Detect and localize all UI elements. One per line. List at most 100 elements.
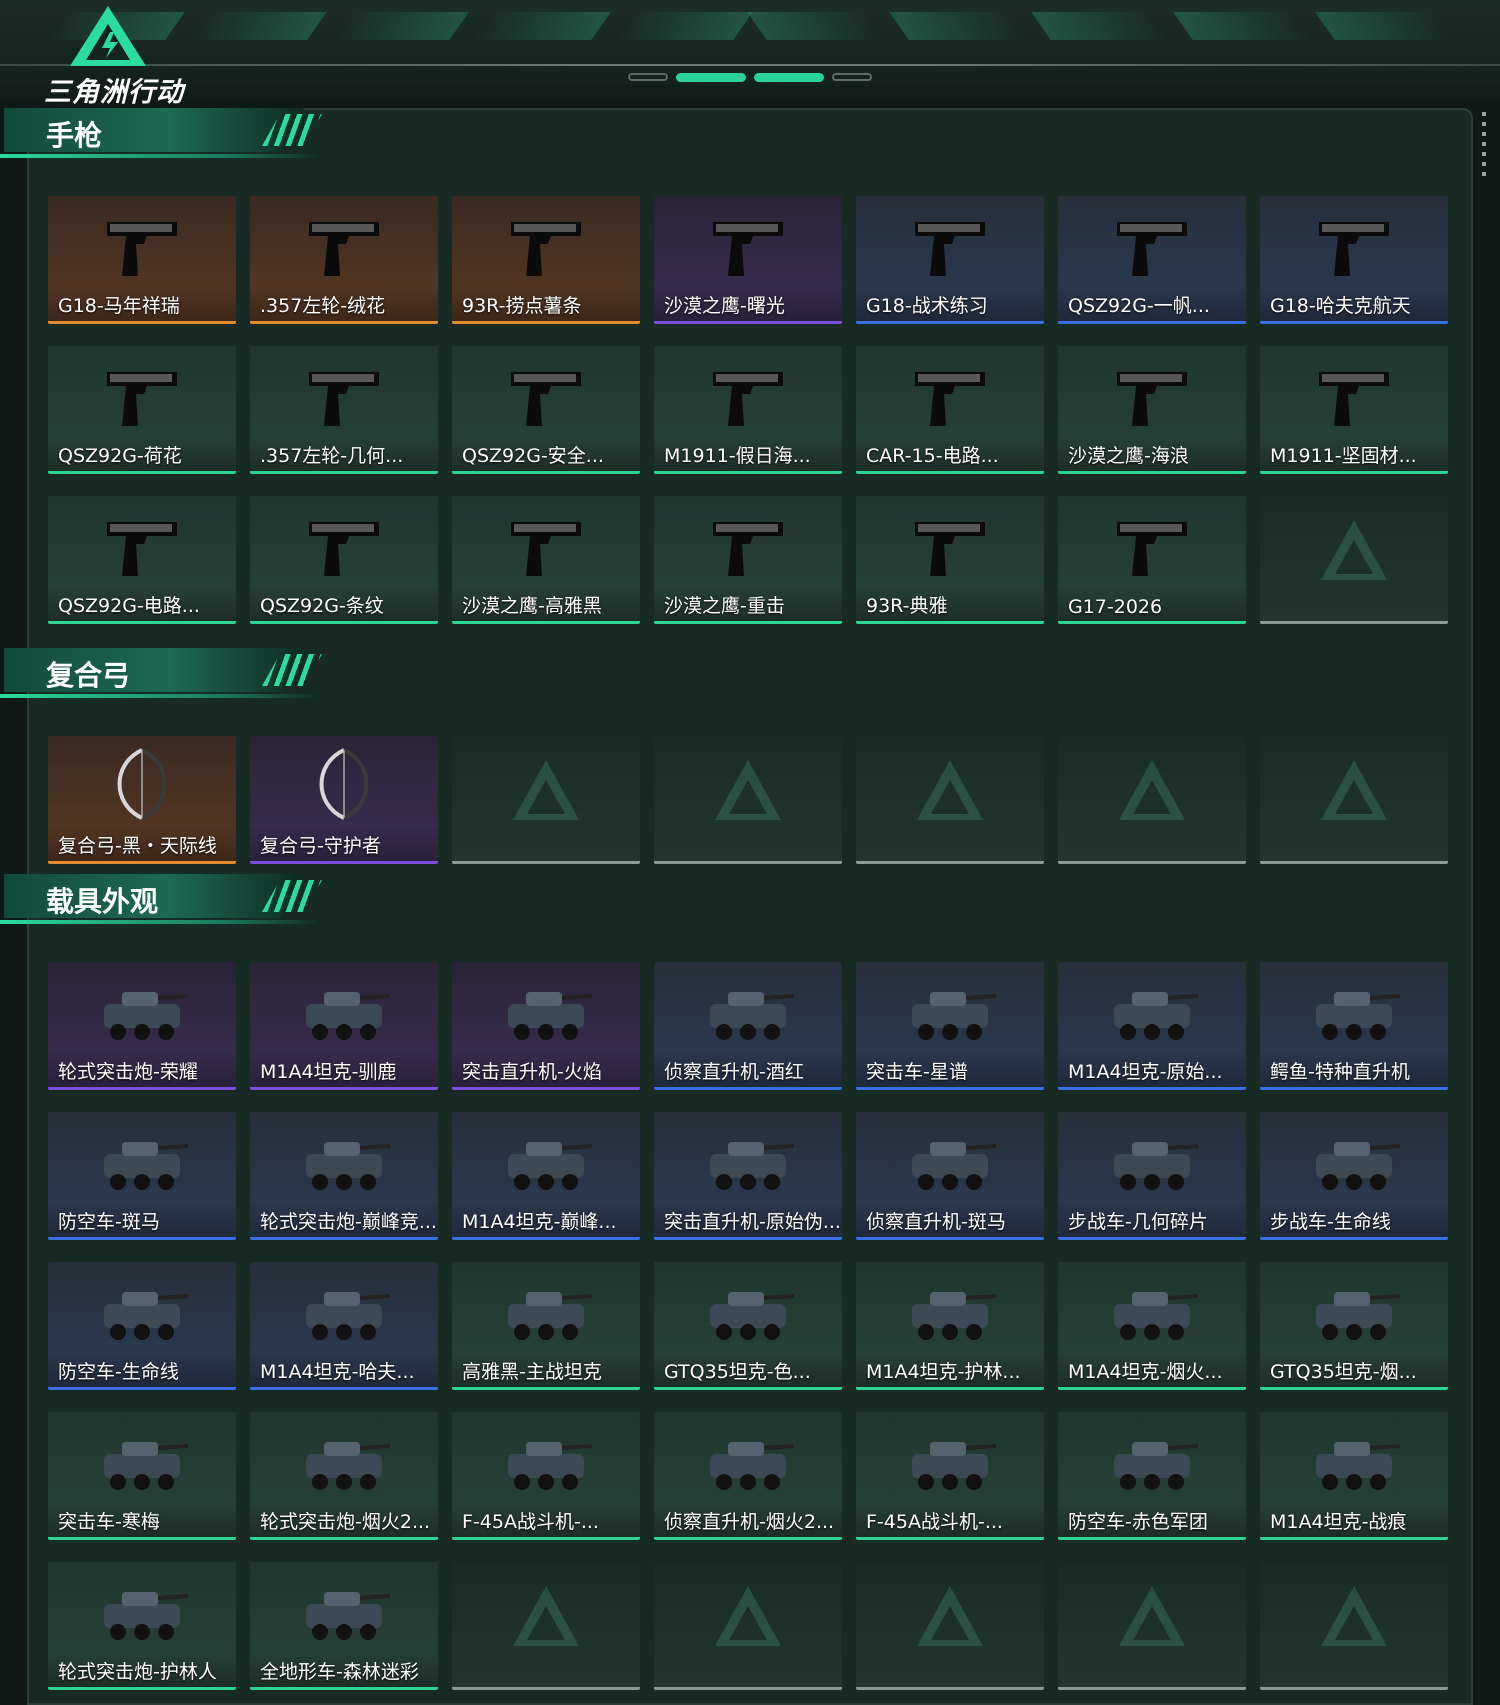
rarity-bar [1058,321,1246,324]
item-card[interactable]: 轮式突击炮-荣耀 [48,962,236,1090]
item-name: QSZ92G-安全... [462,445,604,467]
item-card[interactable]: F-45A战斗机-... [856,1412,1044,1540]
item-card[interactable]: 突击车-星谱 [856,962,1044,1090]
item-card[interactable]: CAR-15-电路... [856,346,1044,474]
item-card[interactable]: .357左轮-绒花 [250,196,438,324]
vehicle-icon [1102,1420,1202,1500]
item-card[interactable]: GTQ35坦克-色... [654,1262,842,1390]
rarity-bar [1260,471,1448,474]
item-card[interactable]: 沙漠之鹰-重击 [654,496,842,624]
item-name: 侦察直升机-斑马 [866,1211,1006,1233]
item-name: 鳄鱼-特种直升机 [1270,1061,1410,1083]
empty-slot [1260,736,1448,864]
vehicle-icon [1304,970,1404,1050]
item-card[interactable]: G18-战术练习 [856,196,1044,324]
item-name: 突击车-星谱 [866,1061,968,1083]
item-card[interactable]: 沙漠之鹰-高雅黑 [452,496,640,624]
item-card[interactable]: M1A4坦克-烟火... [1058,1262,1246,1390]
rarity-bar [452,621,640,624]
empty-slot [1260,496,1448,624]
item-card[interactable]: QSZ92G-荷花 [48,346,236,474]
item-card[interactable]: 侦察直升机-斑马 [856,1112,1044,1240]
item-card[interactable]: 沙漠之鹰-海浪 [1058,346,1246,474]
delta-watermark-icon [511,758,581,824]
item-card[interactable]: QSZ92G-安全... [452,346,640,474]
item-card[interactable]: 侦察直升机-酒红 [654,962,842,1090]
item-card[interactable]: .357左轮-几何... [250,346,438,474]
item-card[interactable]: 突击车-寒梅 [48,1412,236,1540]
rarity-bar [654,471,842,474]
item-name: G18-马年祥瑞 [58,295,180,317]
rarity-bar [1260,1237,1448,1240]
item-card[interactable]: M1A4坦克-驯鹿 [250,962,438,1090]
pistol-icon [900,504,1000,584]
item-card[interactable]: GTQ35坦克-烟... [1260,1262,1448,1390]
logo-text: 三角洲行动 [44,77,184,108]
item-card[interactable]: M1A4坦克-战痕 [1260,1412,1448,1540]
rarity-bar [654,621,842,624]
rarity-bar [1058,471,1246,474]
pistol-icon [294,204,394,284]
rarity-bar [1058,1087,1246,1090]
item-card[interactable]: M1911-坚固材... [1260,346,1448,474]
item-card[interactable]: M1911-假日海... [654,346,842,474]
rarity-bar [48,1087,236,1090]
item-card[interactable]: M1A4坦克-护林... [856,1262,1044,1390]
empty-slot [856,1562,1044,1690]
rarity-bar [654,321,842,324]
rarity-bar [856,321,1044,324]
item-card[interactable]: G17-2026 [1058,496,1246,624]
rarity-bar [250,1387,438,1390]
item-card[interactable]: 轮式突击炮-巅峰竞... [250,1112,438,1240]
item-card[interactable]: QSZ92G-一帆... [1058,196,1246,324]
item-card[interactable]: 复合弓-守护者 [250,736,438,864]
item-card[interactable]: M1A4坦克-哈夫... [250,1262,438,1390]
item-card[interactable]: 步战车-几何碎片 [1058,1112,1246,1240]
delta-watermark-icon [1319,1584,1389,1650]
item-card[interactable]: 步战车-生命线 [1260,1112,1448,1240]
pistol-icon [92,354,192,434]
item-name: 93R-典雅 [866,595,948,617]
scrollbar-handle[interactable] [1482,112,1486,182]
pistol-icon [1304,354,1404,434]
item-card[interactable]: 93R-典雅 [856,496,1044,624]
item-card[interactable]: 复合弓-黑・天际线 [48,736,236,864]
item-name: M1A4坦克-哈夫... [260,1361,415,1383]
item-card[interactable]: QSZ92G-条纹 [250,496,438,624]
item-card[interactable]: 侦察直升机-烟火2... [654,1412,842,1540]
item-name: QSZ92G-条纹 [260,595,384,617]
item-card[interactable]: 突击直升机-原始伪... [654,1112,842,1240]
item-name: 侦察直升机-烟火2... [664,1511,835,1533]
section-title: 复合弓 [46,659,131,692]
item-card[interactable]: 高雅黑-主战坦克 [452,1262,640,1390]
empty-slot [654,1562,842,1690]
item-card[interactable]: 鳄鱼-特种直升机 [1260,962,1448,1090]
item-card[interactable]: 突击直升机-火焰 [452,962,640,1090]
item-name: M1911-假日海... [664,445,811,467]
item-card[interactable]: 防空车-生命线 [48,1262,236,1390]
item-card[interactable]: 全地形车-森林迷彩 [250,1562,438,1690]
item-card[interactable]: G18-哈夫克航天 [1260,196,1448,324]
item-grid: 复合弓-黑・天际线 复合弓-守护者 [48,736,1450,864]
item-card[interactable]: QSZ92G-电路... [48,496,236,624]
item-card[interactable]: M1A4坦克-巅峰... [452,1112,640,1240]
item-name: GTQ35坦克-色... [664,1361,811,1383]
item-card[interactable]: F-45A战斗机-... [452,1412,640,1540]
item-card[interactable]: 轮式突击炮-护林人 [48,1562,236,1690]
item-card[interactable]: G18-马年祥瑞 [48,196,236,324]
vehicle-icon [294,1420,394,1500]
item-card[interactable]: 防空车-赤色军团 [1058,1412,1246,1540]
rarity-bar [48,861,236,864]
item-name: QSZ92G-电路... [58,595,200,617]
item-card[interactable]: 防空车-斑马 [48,1112,236,1240]
rarity-bar [48,321,236,324]
section-header: 载具外观 [0,874,330,930]
item-card[interactable]: 93R-捞点薯条 [452,196,640,324]
item-card[interactable]: 轮式突击炮-烟火2... [250,1412,438,1540]
item-card[interactable]: M1A4坦克-原始... [1058,962,1246,1090]
rarity-bar [1260,621,1448,624]
item-card[interactable]: 沙漠之鹰-曙光 [654,196,842,324]
vehicle-icon [1304,1270,1404,1350]
item-name: 沙漠之鹰-海浪 [1068,445,1189,467]
rarity-bar [1260,1087,1448,1090]
